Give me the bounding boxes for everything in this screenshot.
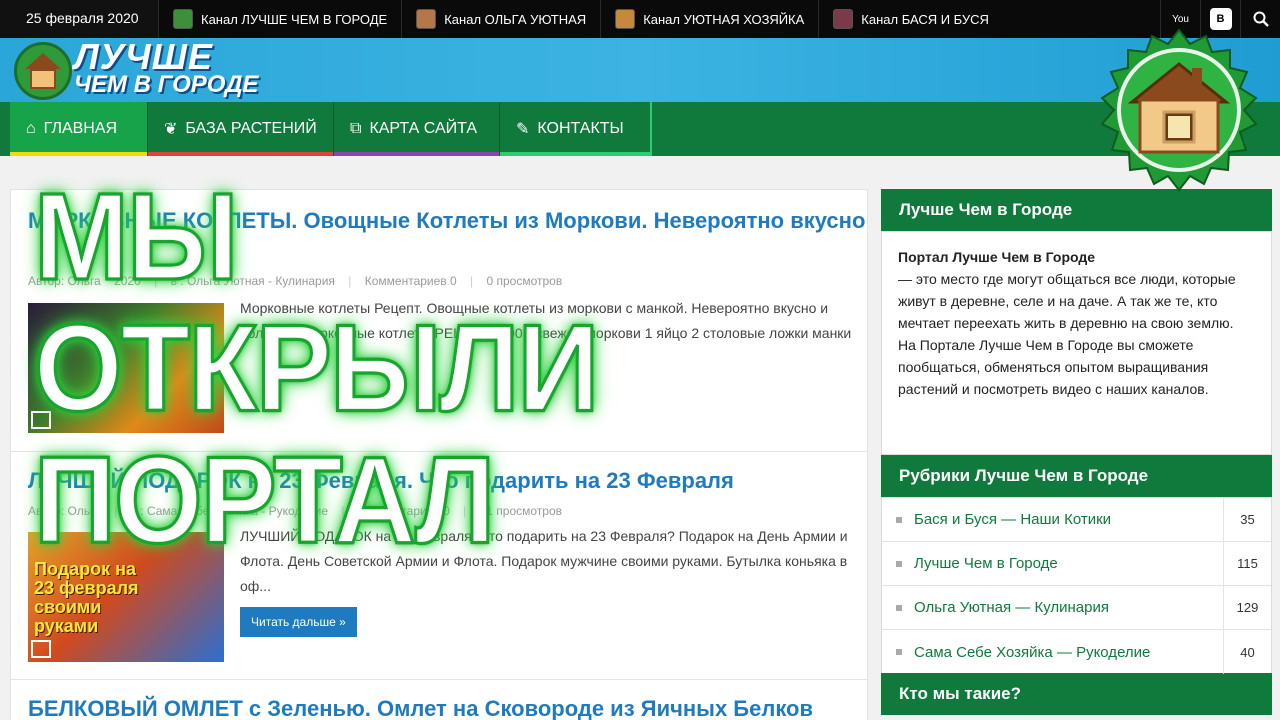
category-item[interactable]: Бася и Буся — Наши Котики 35: [882, 497, 1271, 542]
widget-title-categories: Рубрики Лучше Чем в Городе: [881, 455, 1272, 497]
sidebar: Лучше Чем в Городе Портал Лучше Чем в Го…: [881, 189, 1272, 715]
categories-widget: Бася и Буся — Наши Котики 35 Лучше Чем в…: [881, 497, 1272, 675]
overlay-line3: ПОРТАЛ: [32, 432, 496, 570]
channel-link-basya[interactable]: Канал БАСЯ И БУСЯ: [818, 0, 1003, 38]
category-count: 129: [1223, 585, 1271, 630]
logo-house-icon[interactable]: [14, 42, 72, 100]
bullet-icon: [896, 516, 902, 523]
nav-label: КАРТА САЙТА: [369, 120, 478, 137]
current-date: 25 февраля 2020: [0, 0, 158, 38]
category-name[interactable]: Сама Себе Хозяйка — Рукоделие: [914, 644, 1223, 661]
channel-label: Канал БАСЯ И БУСЯ: [861, 11, 989, 27]
category-name[interactable]: Ольга Уютная — Кулинария: [914, 599, 1223, 616]
channel-label: Канал ЛУЧШЕ ЧЕМ В ГОРОДЕ: [201, 11, 388, 27]
channel-link-olga[interactable]: Канал ОЛЬГА УЮТНАЯ: [401, 0, 600, 38]
vk-label: В: [1209, 8, 1232, 30]
logo-line2: ЧЕМ В ГОРОДЕ: [74, 71, 259, 98]
about-widget: Портал Лучше Чем в Городе — это место гд…: [881, 231, 1272, 455]
promo-overlay-text: МЫ ОТКРЫЛИ ПОРТАЛ: [32, 168, 600, 570]
sitemap-icon: ⧉: [350, 120, 362, 137]
bullet-icon: [896, 649, 902, 655]
channel-avatar-icon: [416, 9, 437, 29]
channel-label: Канал УЮТНАЯ ХОЗЯЙКА: [643, 11, 805, 27]
category-name[interactable]: Лучше Чем в Городе: [914, 555, 1223, 572]
about-text: — это место где могут общаться все люди,…: [898, 271, 1236, 397]
category-item[interactable]: Сама Себе Хозяйка — Рукоделие 40: [882, 630, 1271, 674]
post-title[interactable]: БЕЛКОВЫЙ ОМЛЕТ с Зеленью. Омлет на Сково…: [28, 696, 813, 720]
channel-link-luchshe[interactable]: Канал ЛУЧШЕ ЧЕМ В ГОРОДЕ: [158, 0, 401, 38]
site-logo[interactable]: ЛУЧШЕ ЧЕМ В ГОРОДЕ: [74, 38, 259, 98]
category-count: 115: [1223, 541, 1271, 586]
channel-avatar-icon: [833, 9, 854, 29]
bullet-icon: [896, 560, 902, 567]
category-count: 35: [1223, 497, 1271, 542]
post-item: БЕЛКОВЫЙ ОМЛЕТ с Зеленью. Омлет на Сково…: [11, 680, 867, 720]
channel-label: Канал ОЛЬГА УЮТНАЯ: [444, 11, 587, 27]
video-icon: [31, 640, 51, 658]
category-item[interactable]: Ольга Уютная — Кулинария 129: [882, 585, 1271, 630]
channel-link-hozyaika[interactable]: Канал УЮТНАЯ ХОЗЯЙКА: [600, 0, 818, 38]
thumbnail-caption: Подарок на 23 февраля своими руками: [34, 559, 139, 636]
youtube-label: You: [1172, 13, 1189, 25]
nav-item-contacts[interactable]: ✎ КОНТАКТЫ: [500, 102, 652, 156]
category-name[interactable]: Бася и Буся — Наши Котики: [914, 511, 1223, 528]
channel-avatar-icon: [615, 9, 636, 29]
nav-item-sitemap[interactable]: ⧉ КАРТА САЙТА: [334, 102, 500, 156]
channel-avatar-icon: [173, 9, 193, 29]
house-badge-logo: [1080, 28, 1278, 208]
leaf-icon: ❦: [164, 121, 178, 138]
nav-item-plants[interactable]: ❦ БАЗА РАСТЕНИЙ: [148, 102, 334, 156]
pen-icon: ✎: [516, 121, 530, 138]
category-item[interactable]: Лучше Чем в Городе 115: [882, 541, 1271, 586]
overlay-line1: МЫ: [32, 168, 240, 306]
overlay-line2: ОТКРЫЛИ: [32, 300, 600, 438]
nav-label: БАЗА РАСТЕНИЙ: [185, 120, 317, 137]
nav-label: КОНТАКТЫ: [537, 120, 624, 137]
bullet-icon: [896, 604, 902, 611]
home-icon: ⌂: [26, 120, 36, 137]
about-heading: Портал Лучше Чем в Городе: [898, 249, 1096, 265]
nav-item-home[interactable]: ⌂ ГЛАВНАЯ: [10, 102, 148, 156]
category-count: 40: [1223, 630, 1271, 674]
read-more-button[interactable]: Читать дальше »: [240, 607, 357, 637]
nav-label: ГЛАВНАЯ: [43, 120, 118, 137]
widget-title-who: Кто мы такие?: [881, 673, 1272, 715]
